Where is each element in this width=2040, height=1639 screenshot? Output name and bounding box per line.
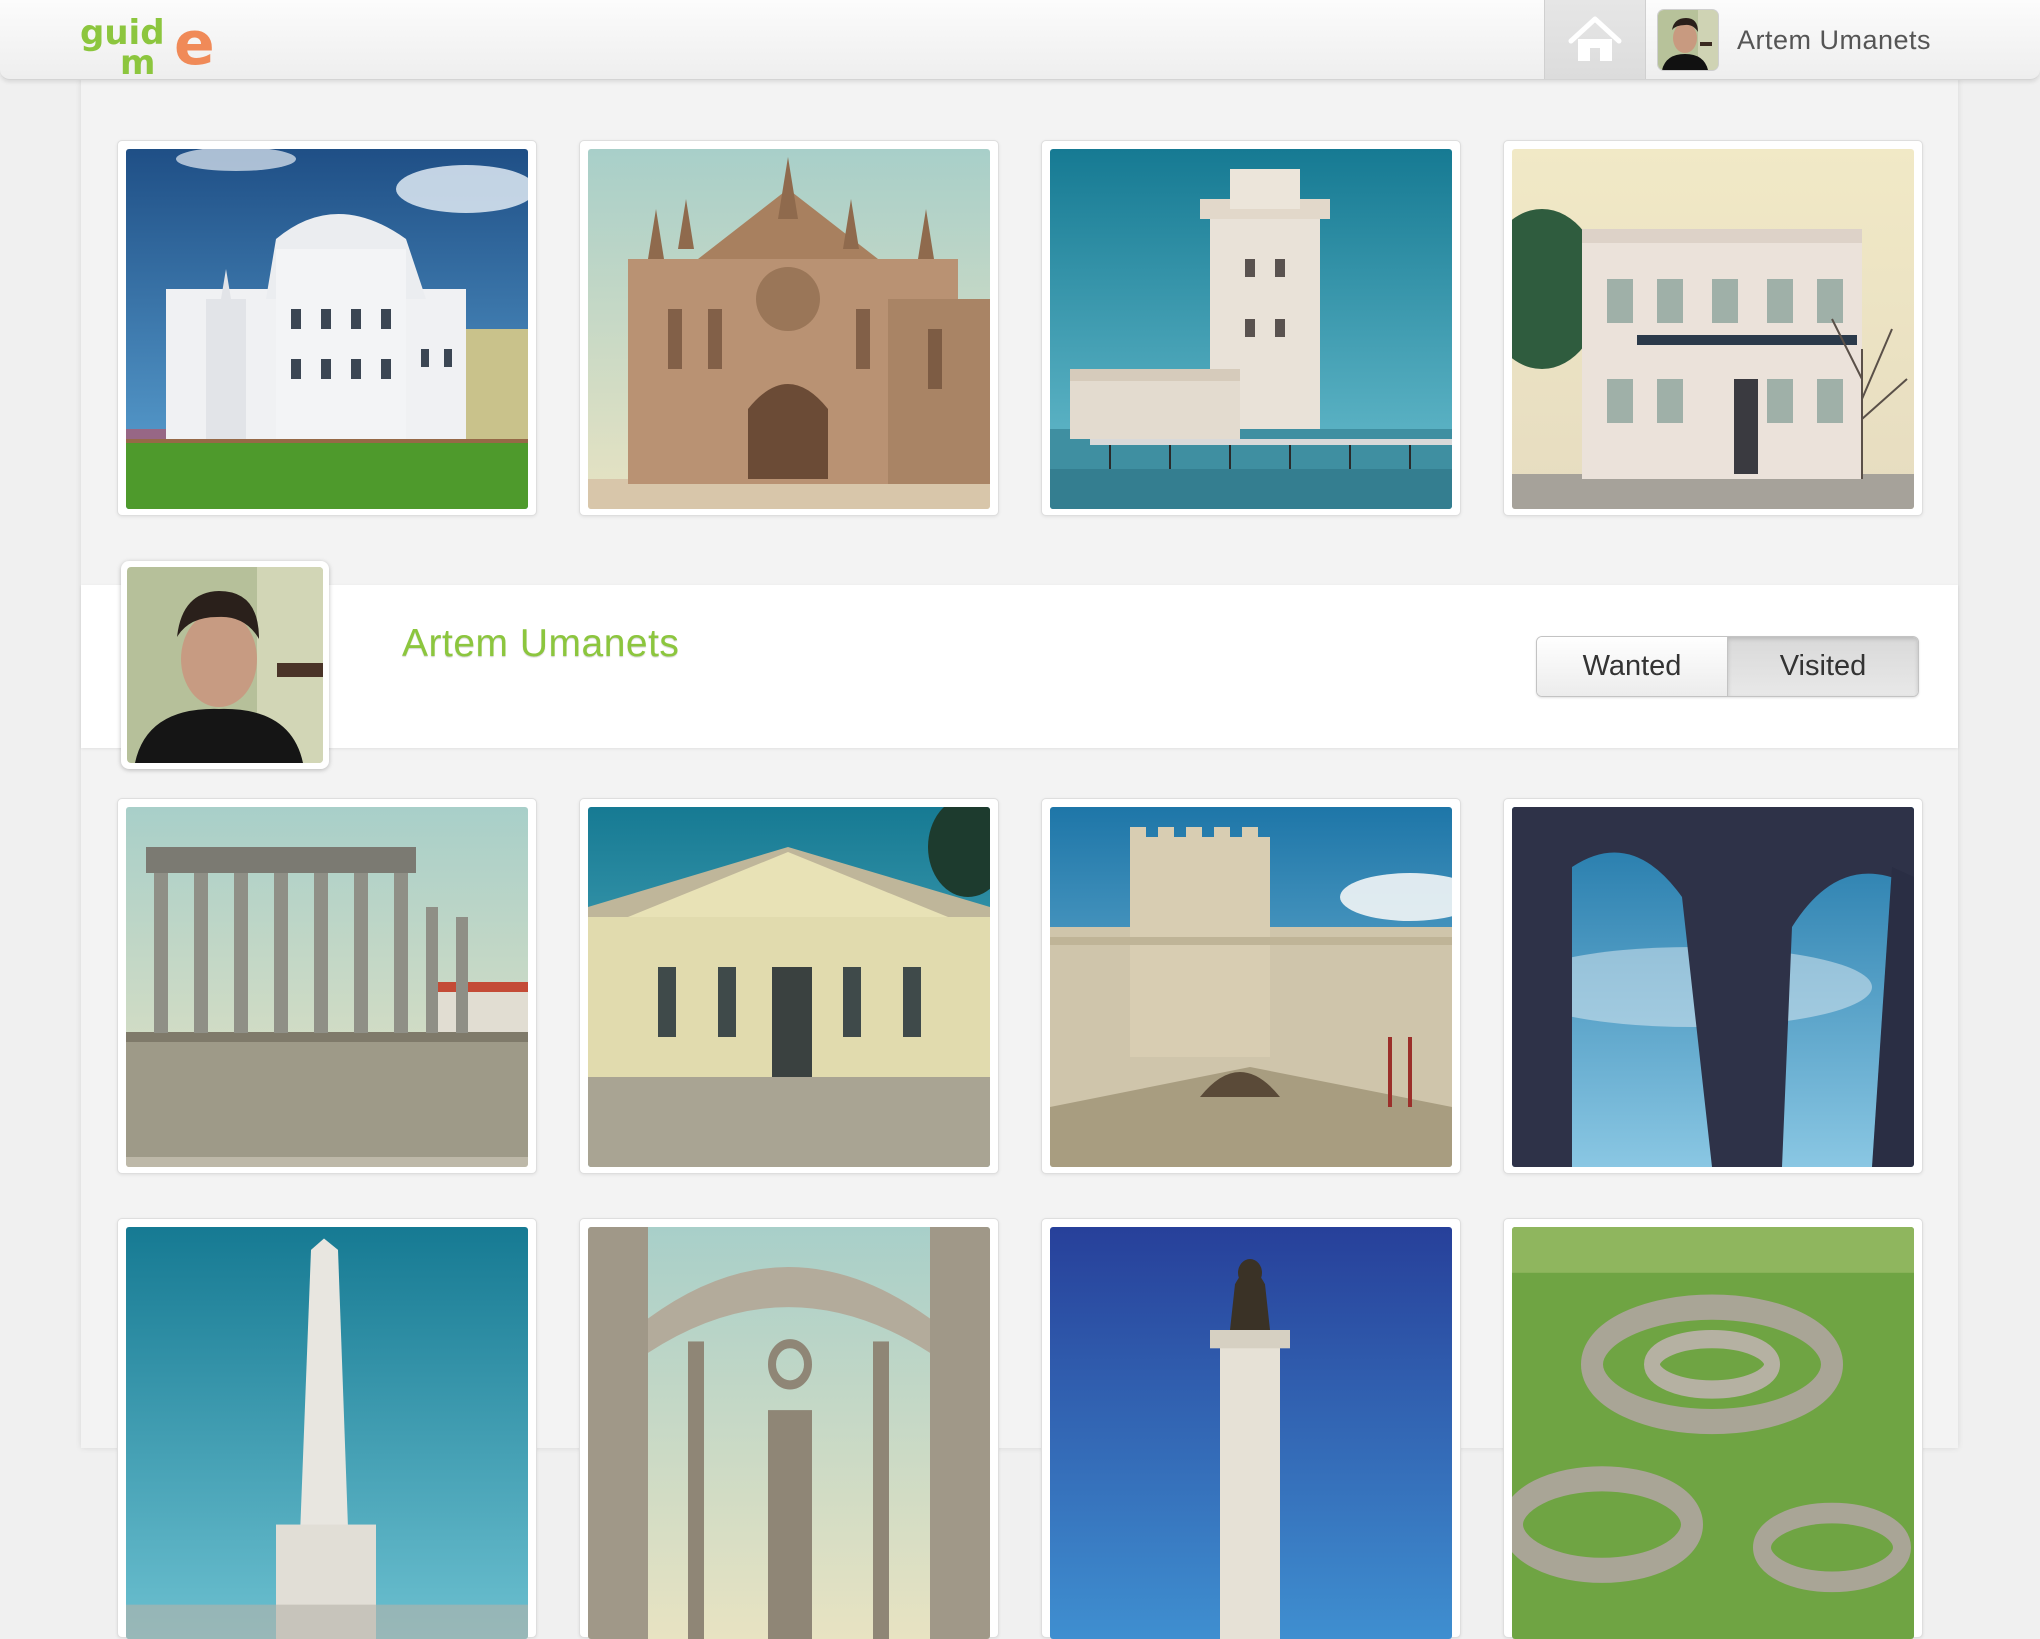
wanted-visited-toggle: Wanted Visited xyxy=(1536,636,1919,697)
photo-card[interactable] xyxy=(117,1218,537,1639)
user-menu[interactable]: Artem Umanets xyxy=(1658,10,1931,70)
statue-photo[interactable] xyxy=(1050,1227,1452,1639)
photo-card[interactable] xyxy=(117,140,537,516)
monastery-photo[interactable] xyxy=(588,149,990,509)
profile-name: Artem Umanets xyxy=(402,622,680,665)
ruins-photo[interactable] xyxy=(588,1227,990,1639)
castle-photo[interactable] xyxy=(1050,807,1452,1167)
photo-card[interactable] xyxy=(579,798,999,1174)
tab-wanted[interactable]: Wanted xyxy=(1537,637,1728,696)
photo-card[interactable] xyxy=(1503,1218,1923,1639)
photo-card[interactable] xyxy=(1503,798,1923,1174)
palace-photo[interactable] xyxy=(126,149,528,509)
temple-photo[interactable] xyxy=(126,807,528,1167)
svg-text:e: e xyxy=(174,10,215,78)
house-photo[interactable] xyxy=(588,807,990,1167)
photo-card[interactable] xyxy=(1041,1218,1461,1639)
svg-text:m: m xyxy=(120,43,155,78)
home-button[interactable] xyxy=(1544,0,1646,79)
tab-visited[interactable]: Visited xyxy=(1728,637,1918,696)
photo-card[interactable] xyxy=(117,798,537,1174)
user-avatar[interactable] xyxy=(1658,10,1718,70)
user-name[interactable]: Artem Umanets xyxy=(1737,25,1931,56)
home-icon xyxy=(1568,16,1622,61)
stone-ruins-photo[interactable] xyxy=(1512,1227,1914,1639)
top-navigation-bar: guid m e Artem Umanets xyxy=(0,0,2040,83)
photo-card[interactable] xyxy=(579,1218,999,1639)
guideme-logo[interactable]: guid m e xyxy=(80,9,230,83)
tower-photo[interactable] xyxy=(1050,149,1452,509)
profile-avatar[interactable] xyxy=(121,561,329,769)
photo-card[interactable] xyxy=(1041,798,1461,1174)
photo-card[interactable] xyxy=(1503,140,1923,516)
photo-card[interactable] xyxy=(579,140,999,516)
aqueduct-photo[interactable] xyxy=(1512,807,1914,1167)
townhouse-photo[interactable] xyxy=(1512,149,1914,509)
photo-card[interactable] xyxy=(1041,140,1461,516)
obelisk-photo[interactable] xyxy=(126,1227,528,1639)
